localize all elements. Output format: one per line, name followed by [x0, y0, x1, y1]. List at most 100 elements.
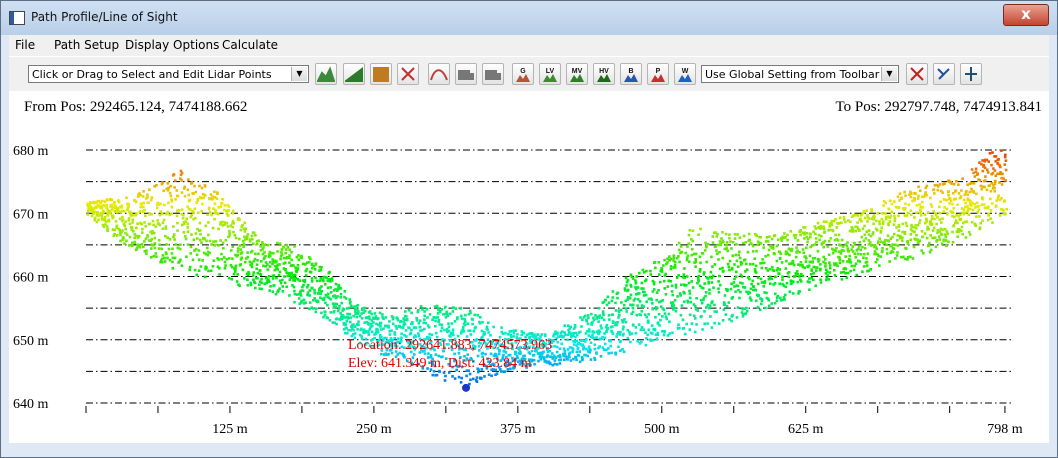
- close-button[interactable]: x: [1003, 4, 1049, 26]
- lidar-point: [672, 304, 675, 307]
- profile-view[interactable]: 680 m 670 m 660 m 650 m 640 m 125 m 250 m 375 m…: [9, 91, 1049, 443]
- menu-file[interactable]: File: [15, 38, 35, 52]
- lidar-point: [145, 252, 148, 255]
- lidar-point: [217, 227, 220, 231]
- lidar-point: [162, 189, 165, 193]
- lidar-point: [856, 214, 860, 217]
- settings-button[interactable]: [933, 63, 955, 85]
- lidar-point: [434, 374, 437, 377]
- title-bar[interactable]: Path Profile/Line of Sight x: [1, 1, 1057, 35]
- lidar-point: [571, 350, 574, 354]
- lidar-point: [573, 343, 576, 346]
- power-line-button[interactable]: P: [647, 63, 669, 85]
- ground-class-button[interactable]: G: [512, 63, 534, 85]
- terrain-button[interactable]: [343, 63, 365, 85]
- lidar-point: [157, 247, 161, 250]
- menu-display-options[interactable]: Display Options: [125, 38, 219, 52]
- selected-point-marker[interactable]: [462, 383, 471, 392]
- lidar-point: [674, 309, 678, 313]
- lidar-point: [756, 276, 760, 279]
- lidar-point: [124, 220, 127, 223]
- edit-mode-select[interactable]: Click or Drag to Select and Edit Lidar P…: [28, 65, 309, 83]
- lidar-point: [754, 271, 758, 274]
- profile-chart[interactable]: 680 m670 m660 m650 m640 m125 m 250 m 375 m…: [9, 91, 1049, 443]
- lidar-point: [387, 352, 390, 356]
- lidar-point: [652, 338, 655, 342]
- x-tick-label: 125 m: [212, 422, 248, 437]
- high-vegetation-button[interactable]: HV: [593, 63, 615, 85]
- lidar-point: [838, 261, 842, 265]
- lidar-point: [266, 268, 270, 271]
- lidar-point: [578, 350, 581, 353]
- lidar-point: [683, 300, 686, 303]
- lidar-point: [537, 359, 540, 363]
- menu-path-setup[interactable]: Path Setup: [54, 38, 119, 52]
- lidar-point: [173, 256, 177, 260]
- lidar-point: [507, 333, 510, 336]
- water-button[interactable]: W: [674, 63, 696, 85]
- lidar-point: [854, 229, 857, 233]
- classify-button[interactable]: [960, 63, 982, 85]
- lidar-point: [994, 205, 998, 208]
- lidar-point: [285, 256, 289, 259]
- lidar-point: [337, 307, 341, 310]
- lidar-point: [895, 254, 899, 257]
- lidar-point: [230, 277, 234, 281]
- lidar-point: [932, 226, 936, 230]
- lidar-point: [767, 304, 771, 308]
- lidar-point: [189, 252, 192, 255]
- lidar-point: [191, 258, 195, 262]
- lidar-point: [950, 182, 953, 185]
- lidar-point: [512, 331, 516, 335]
- medium-vegetation-button[interactable]: MV: [566, 63, 588, 85]
- lidar-point: [110, 208, 114, 211]
- lidar-point: [932, 188, 935, 192]
- lidar-point: [896, 251, 899, 254]
- delete-points-button[interactable]: [906, 63, 928, 85]
- lidar-point: [457, 375, 461, 379]
- lidar-point: [280, 253, 284, 257]
- truck-button[interactable]: [455, 63, 477, 85]
- lidar-point: [174, 198, 177, 201]
- lidar-point: [590, 312, 593, 316]
- tools-button[interactable]: [397, 63, 419, 85]
- lidar-point: [706, 322, 709, 325]
- chevron-down-icon[interactable]: ▼: [291, 67, 307, 81]
- lidar-point: [254, 252, 257, 256]
- chevron-down-icon[interactable]: ▼: [881, 67, 897, 81]
- lidar-point: [686, 301, 690, 304]
- lidar-point: [158, 223, 162, 227]
- lidar-point: [721, 319, 725, 322]
- lidar-point: [664, 315, 668, 318]
- lidar-point: [1005, 208, 1008, 211]
- truck-forward-button[interactable]: [482, 63, 504, 85]
- lidar-point: [310, 280, 314, 283]
- lidar-point: [859, 248, 862, 252]
- lidar-point: [154, 252, 158, 255]
- lidar-point: [629, 273, 633, 277]
- global-setting-select[interactable]: Use Global Setting from Toolbar ▼: [701, 65, 899, 83]
- lidar-point: [836, 264, 839, 268]
- lidar-point: [401, 326, 405, 330]
- lidar-point: [649, 338, 652, 341]
- lidar-point: [558, 347, 562, 350]
- lidar-point: [121, 218, 125, 222]
- lidar-point: [322, 298, 326, 301]
- lidar-point: [446, 313, 449, 316]
- lidar-point: [634, 326, 638, 329]
- svg-text:B: B: [628, 68, 633, 75]
- building-button[interactable]: B: [620, 63, 642, 85]
- grid-button[interactable]: [370, 63, 392, 85]
- lidar-point: [431, 318, 434, 321]
- profile-button[interactable]: [315, 63, 337, 85]
- lidar-point: [654, 307, 658, 311]
- chart-button[interactable]: [428, 63, 450, 85]
- lidar-point: [629, 293, 633, 297]
- low-vegetation-button[interactable]: LV: [539, 63, 561, 85]
- lidar-point: [904, 202, 907, 206]
- lidar-point: [663, 258, 666, 262]
- lidar-point: [257, 252, 260, 256]
- menu-calculate[interactable]: Calculate: [222, 38, 278, 52]
- lidar-point: [143, 221, 146, 224]
- lidar-point: [626, 278, 630, 282]
